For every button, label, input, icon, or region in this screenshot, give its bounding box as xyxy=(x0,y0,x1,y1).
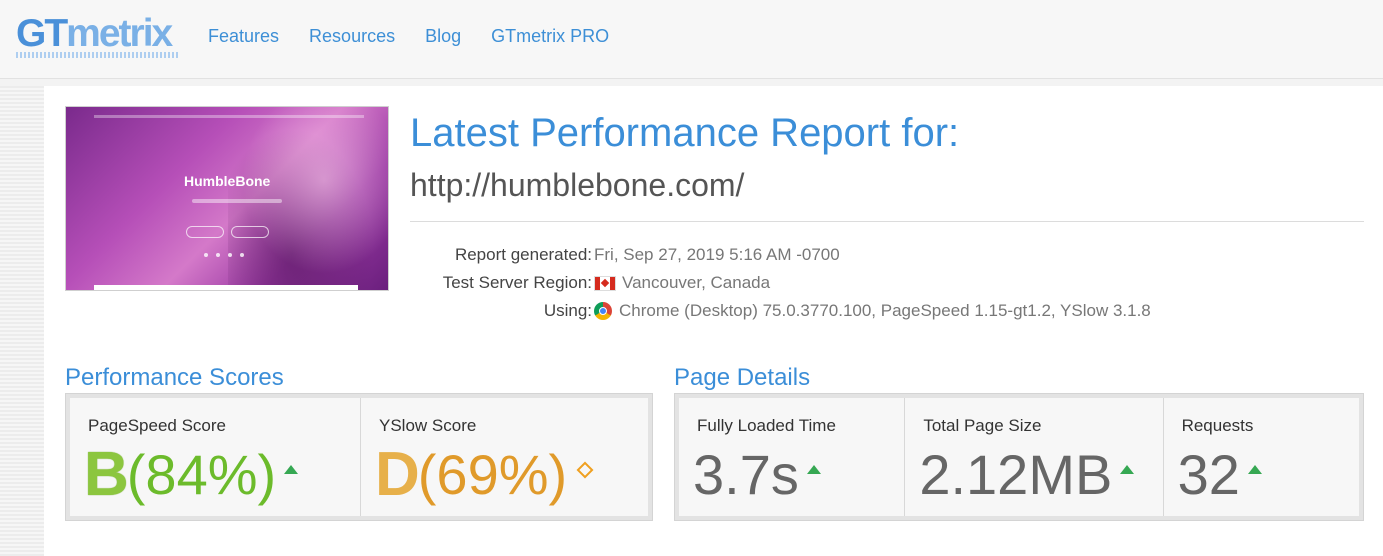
yslow-score-label: YSlow Score xyxy=(379,416,477,435)
report-meta: Report generated: Fri, Sep 27, 2019 5:16… xyxy=(410,242,1310,326)
meta-value: Vancouver, Canada xyxy=(594,270,770,296)
total-page-size-value: 2.12MB xyxy=(919,443,1113,506)
nav-link-gtmetrix-pro[interactable]: GTmetrix PRO xyxy=(491,24,609,48)
meta-label: Test Server Region: xyxy=(442,273,592,292)
total-page-size-cell: Total Page Size 2.12MB xyxy=(905,398,1164,516)
yslow-grade: D xyxy=(375,440,420,509)
side-pattern-strip xyxy=(0,86,44,556)
fully-loaded-time-cell: Fully Loaded Time 3.7s xyxy=(679,398,906,516)
logo-metrix-text: metrix xyxy=(66,12,173,55)
trend-up-icon xyxy=(1247,464,1262,474)
thumbnail-subtitle-line xyxy=(192,199,282,203)
thumbnail-button-2 xyxy=(231,226,269,238)
main-nav: Features Resources Blog GTmetrix PRO xyxy=(208,24,639,48)
nav-link-resources[interactable]: Resources xyxy=(309,24,395,48)
requests-label: Requests xyxy=(1181,416,1254,435)
chrome-icon xyxy=(594,302,612,320)
pagespeed-score-cell: PageSpeed Score B (84%) xyxy=(70,398,361,516)
yslow-percent: (69%) xyxy=(417,443,568,506)
browser-info-value: Chrome (Desktop) 75.0.3770.100, PageSpee… xyxy=(619,301,1151,320)
page-details-panel: Fully Loaded Time 3.7s Total Page Size 2… xyxy=(674,393,1364,521)
page-details-title: Page Details xyxy=(674,364,811,391)
thumbnail-button-1 xyxy=(186,226,224,238)
yslow-score-value: D (69%) xyxy=(375,440,594,509)
trend-neutral-icon xyxy=(576,461,594,479)
requests-value-wrap: 32 xyxy=(1178,442,1262,508)
pagespeed-grade: B xyxy=(84,440,129,509)
nav-link-blog[interactable]: Blog xyxy=(425,24,461,48)
site-screenshot-thumbnail[interactable]: HumbleBone xyxy=(65,106,389,291)
requests-cell: Requests 32 xyxy=(1163,398,1359,516)
thumbnail-dots xyxy=(204,253,244,257)
total-page-size-value-wrap: 2.12MB xyxy=(919,442,1135,508)
yslow-score-cell: YSlow Score D (69%) xyxy=(361,398,648,516)
requests-value: 32 xyxy=(1177,443,1240,506)
logo-gt-text: GT xyxy=(16,12,68,55)
meta-label: Using: xyxy=(543,301,592,320)
total-page-size-label: Total Page Size xyxy=(923,416,1042,435)
fully-loaded-time-label: Fully Loaded Time xyxy=(697,416,836,435)
report-generated-value: Fri, Sep 27, 2019 5:16 AM -0700 xyxy=(594,245,840,264)
thumbnail-site-name: HumbleBone xyxy=(184,173,271,189)
meta-value: Fri, Sep 27, 2019 5:16 AM -0700 xyxy=(594,242,840,268)
pagespeed-score-value: B (84%) xyxy=(84,440,299,509)
report-url: http://humblebone.com/ xyxy=(410,167,745,203)
fully-loaded-time-value-wrap: 3.7s xyxy=(693,442,821,508)
logo-underline-decoration xyxy=(16,52,178,58)
canada-flag-icon xyxy=(594,275,616,291)
thumbnail-topline xyxy=(94,115,364,118)
server-region-value: Vancouver, Canada xyxy=(622,273,771,292)
thumbnail-bottom-bar xyxy=(94,285,358,290)
top-navigation-bar: GTmetrix Features Resources Blog GTmetri… xyxy=(0,0,1383,79)
pagespeed-score-label: PageSpeed Score xyxy=(88,416,226,435)
performance-scores-panel: PageSpeed Score B (84%) YSlow Score D (6… xyxy=(65,393,653,521)
meta-row-report-generated: Report generated: Fri, Sep 27, 2019 5:16… xyxy=(410,242,1310,270)
trend-up-icon xyxy=(284,464,299,474)
meta-value: Chrome (Desktop) 75.0.3770.100, PageSpee… xyxy=(594,298,1151,324)
gtmetrix-logo[interactable]: GTmetrix xyxy=(16,12,173,56)
meta-label: Report generated: xyxy=(454,245,592,264)
trend-up-icon xyxy=(806,464,821,474)
fully-loaded-time-value: 3.7s xyxy=(693,443,799,506)
nav-link-features[interactable]: Features xyxy=(208,24,279,48)
pagespeed-percent: (84%) xyxy=(126,443,277,506)
trend-up-icon xyxy=(1120,464,1135,474)
report-title: Latest Performance Report for: xyxy=(410,111,960,155)
meta-row-using: Using: Chrome (Desktop) 75.0.3770.100, P… xyxy=(410,298,1310,326)
report-divider xyxy=(410,221,1364,222)
meta-row-server-region: Test Server Region: Vancouver, Canada xyxy=(410,270,1310,298)
performance-scores-title: Performance Scores xyxy=(65,364,284,391)
